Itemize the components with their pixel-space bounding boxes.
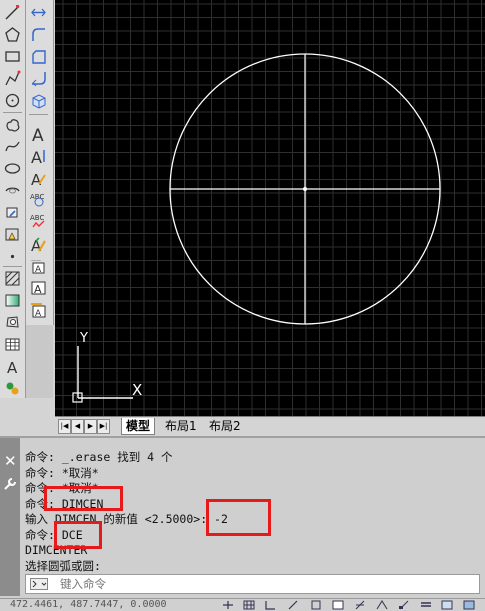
object-tracking-icon[interactable] [354, 600, 366, 610]
ellipse-icon[interactable] [2, 158, 23, 178]
rectangle-icon[interactable] [2, 46, 23, 66]
command-line[interactable] [25, 574, 480, 594]
polar-tracking-icon[interactable] [287, 600, 299, 610]
arrow-join-icon[interactable] [28, 2, 49, 22]
highlight-box-value [206, 499, 271, 536]
cloud-shape-icon[interactable] [28, 68, 49, 88]
text-edit-icon[interactable]: A [28, 167, 49, 187]
tab-model[interactable]: 模型 [121, 418, 156, 435]
highlight-box-dimcen [44, 486, 123, 511]
make-block-icon[interactable] [2, 224, 23, 244]
hatch-icon[interactable] [2, 268, 23, 288]
text-AI-icon[interactable]: A [28, 145, 49, 165]
command-history-line: 命令: _.erase 找到 4 个 [25, 450, 173, 464]
dynamic-ucs-icon[interactable] [376, 600, 388, 610]
lineweight-icon[interactable] [420, 600, 432, 610]
command-window-rail: ✕ [0, 438, 20, 596]
wrench-icon[interactable] [3, 476, 18, 491]
multiline-text-icon[interactable]: A [2, 356, 23, 376]
polyline-icon[interactable] [2, 68, 23, 88]
draw-toolbar: A [0, 0, 26, 398]
command-window: ✕ 命令: _.erase 找到 4 个命令: *取消* 命令: *取消* 命令: … [0, 436, 485, 598]
round-corner-icon[interactable] [28, 24, 49, 44]
revision-cloud-icon[interactable] [2, 114, 23, 134]
command-history-line: 命令: *取消* [25, 465, 99, 480]
drawing-canvas[interactable]: Y X [55, 0, 485, 416]
table-icon[interactable] [2, 334, 23, 354]
pentagon-icon[interactable] [2, 24, 23, 44]
square-corner-icon[interactable] [28, 46, 49, 66]
tab-layout2[interactable]: 布局2 [205, 418, 245, 434]
tab-layout1[interactable]: 布局1 [161, 418, 201, 434]
ellipse-arc-icon[interactable] [2, 180, 23, 200]
point-icon[interactable] [2, 246, 23, 266]
next-tab-button[interactable]: ▶ [84, 419, 97, 434]
text-A-icon[interactable]: A [28, 123, 49, 143]
first-tab-button[interactable]: |◀ [58, 419, 71, 434]
svg-text:A: A [7, 359, 18, 375]
layout-tab-bar: |◀ ◀ ▶ ▶| 模型 布局1 布局2 [55, 416, 485, 435]
command-prompt-icon[interactable] [30, 578, 48, 590]
find-replace-icon[interactable]: A [28, 233, 49, 253]
svg-text:A: A [35, 309, 42, 318]
text-toolbar: A A A ABC ABC A —— A A A [26, 0, 54, 325]
region-icon[interactable] [2, 312, 23, 332]
close-icon[interactable]: ✕ [4, 454, 17, 469]
svg-text:A: A [35, 265, 42, 274]
add-selected-icon[interactable] [2, 378, 23, 398]
3d-box-icon[interactable] [28, 90, 49, 110]
svg-text:A: A [32, 126, 44, 142]
ortho-mode-icon[interactable] [264, 600, 276, 610]
highlight-box-dce [54, 521, 102, 549]
svg-text:A: A [34, 283, 42, 296]
ucs-x-label: X [132, 381, 142, 399]
gradient-icon[interactable] [2, 290, 23, 310]
text-box-icon[interactable]: A [28, 299, 49, 319]
command-input[interactable] [60, 575, 460, 593]
last-tab-button[interactable]: ▶| [97, 419, 110, 434]
svg-text:A: A [31, 148, 42, 164]
3d-osnap-icon[interactable] [332, 600, 344, 610]
dynamic-input-icon[interactable] [398, 600, 410, 610]
snap-mode-icon[interactable] [222, 600, 234, 610]
ucs-y-label: Y [79, 331, 88, 346]
object-snap-icon[interactable] [310, 600, 322, 610]
transparency-icon[interactable] [441, 600, 453, 610]
insert-block-icon[interactable] [2, 202, 23, 222]
prev-tab-button[interactable]: ◀ [71, 419, 84, 434]
justify-text-icon[interactable]: A [28, 277, 49, 297]
quick-properties-icon[interactable] [463, 600, 475, 610]
spell-check-icon[interactable]: ABC [28, 189, 49, 209]
coordinate-readout: 472.4461, 487.7447, 0.0000 [10, 599, 167, 610]
text-style-icon[interactable]: ABC [28, 211, 49, 231]
line-icon[interactable] [2, 2, 23, 22]
status-bar: 472.4461, 487.7447, 0.0000 [0, 598, 485, 611]
command-history-line: 选择圆弧或圆: [25, 558, 101, 573]
ucs-icon: Y X [72, 331, 142, 403]
svg-text:ABC: ABC [30, 214, 44, 222]
text-scale-icon[interactable]: —— A [28, 255, 49, 275]
spline-icon[interactable] [2, 136, 23, 156]
circle-icon[interactable] [2, 90, 23, 110]
grid-display-icon[interactable] [243, 600, 255, 610]
palette-handle [26, 325, 53, 398]
